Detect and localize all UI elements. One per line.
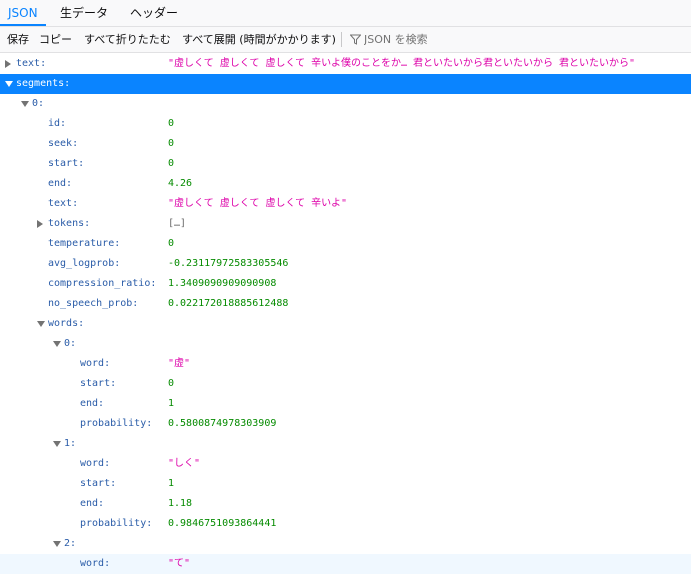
tab-headers[interactable]: ヘッダー bbox=[122, 0, 186, 26]
tree-row[interactable]: temperature: 0 bbox=[0, 234, 691, 254]
tree-value: 1 bbox=[168, 398, 175, 409]
expand-toggle-open-icon[interactable] bbox=[21, 101, 29, 107]
tree-value: "虚しくて 虚しくて 虚しくて 辛いよ僕のことをか… 君といたいから君といたいか… bbox=[168, 58, 636, 69]
tree-value: […] bbox=[168, 218, 187, 229]
tree-row[interactable]: compression_ratio: 1.3409090909090908 bbox=[0, 274, 691, 294]
tree-value: -0.23117972583305546 bbox=[168, 258, 289, 269]
tree-key: word: bbox=[80, 458, 111, 469]
expand-toggle-open-icon[interactable] bbox=[37, 321, 45, 327]
tree-key: text: bbox=[16, 58, 47, 69]
filter-json-input[interactable] bbox=[364, 30, 564, 48]
tree-row[interactable]: word: "虚" bbox=[0, 354, 691, 374]
tree-key: 0: bbox=[64, 338, 77, 349]
tree-row[interactable]: end: 4.26 bbox=[0, 174, 691, 194]
tree-row[interactable]: tokens: […] bbox=[0, 214, 691, 234]
expand-toggle-open-icon[interactable] bbox=[53, 441, 61, 447]
tree-value: "虚" bbox=[168, 358, 191, 369]
tree-value: "虚しくて 虚しくて 虚しくて 辛いよ" bbox=[168, 198, 348, 209]
collapse-all-button[interactable]: すべて折りたたむ bbox=[84, 27, 171, 52]
expand-toggle-open-icon[interactable] bbox=[5, 81, 13, 87]
tree-row[interactable]: word: "て" bbox=[0, 554, 691, 574]
tree-key: avg_logprob: bbox=[48, 258, 121, 269]
tree-key: 0: bbox=[32, 98, 45, 109]
tree-row[interactable]: probability: 0.5800874978303909 bbox=[0, 414, 691, 434]
tree-row[interactable]: probability: 0.9846751093864441 bbox=[0, 514, 691, 534]
tree-row[interactable]: words: bbox=[0, 314, 691, 334]
tree-row[interactable]: end: 1 bbox=[0, 394, 691, 414]
tree-row[interactable]: avg_logprob: -0.23117972583305546 bbox=[0, 254, 691, 274]
filter-icon bbox=[350, 34, 361, 45]
tree-value: 1.3409090909090908 bbox=[168, 278, 277, 289]
tree-key: 2: bbox=[64, 538, 77, 549]
tab-raw-data[interactable]: 生データ bbox=[52, 0, 116, 26]
expand-toggle-closed-icon[interactable] bbox=[5, 60, 11, 68]
tree-value: 0.9846751093864441 bbox=[168, 518, 277, 529]
tree-key: end: bbox=[80, 398, 105, 409]
save-button[interactable]: 保存 bbox=[7, 27, 29, 52]
toolbar-divider bbox=[341, 32, 342, 47]
tree-key: end: bbox=[48, 178, 73, 189]
tree-key: compression_ratio: bbox=[48, 278, 157, 289]
tree-key: word: bbox=[80, 358, 111, 369]
tree-row[interactable]: text: "虚しくて 虚しくて 虚しくて 辛いよ" bbox=[0, 194, 691, 214]
tree-key: text: bbox=[48, 198, 79, 209]
expand-toggle-closed-icon[interactable] bbox=[37, 220, 43, 228]
tree-key: temperature: bbox=[48, 238, 121, 249]
tree-value: 0 bbox=[168, 158, 175, 169]
tree-key: probability: bbox=[80, 418, 153, 429]
tree-value: "て" bbox=[168, 558, 191, 569]
tree-key: segments: bbox=[16, 78, 71, 89]
tree-row[interactable]: text: "虚しくて 虚しくて 虚しくて 辛いよ僕のことをか… 君といたいから君… bbox=[0, 54, 691, 74]
tree-row[interactable]: end: 1.18 bbox=[0, 494, 691, 514]
tree-key: start: bbox=[80, 478, 117, 489]
tree-value: 1 bbox=[168, 478, 175, 489]
tree-key: words: bbox=[48, 318, 85, 329]
tree-key: 1: bbox=[64, 438, 77, 449]
tree-value: 0 bbox=[168, 138, 175, 149]
tree-key: seek: bbox=[48, 138, 79, 149]
tree-row[interactable]: seek: 0 bbox=[0, 134, 691, 154]
tree-row[interactable]: start: 0 bbox=[0, 154, 691, 174]
tree-value: 4.26 bbox=[168, 178, 193, 189]
json-tree: text: "虚しくて 虚しくて 虚しくて 辛いよ僕のことをか… 君といたいから君… bbox=[0, 53, 691, 575]
tree-key: tokens: bbox=[48, 218, 91, 229]
tree-row[interactable]: word: "しく" bbox=[0, 454, 691, 474]
expand-toggle-open-icon[interactable] bbox=[53, 341, 61, 347]
copy-button[interactable]: コピー bbox=[39, 27, 72, 52]
tree-row[interactable]: 2: bbox=[0, 534, 691, 554]
tree-row[interactable]: 0: bbox=[0, 334, 691, 354]
tree-key: end: bbox=[80, 498, 105, 509]
tab-json[interactable]: JSON bbox=[0, 0, 46, 26]
tree-value: 0 bbox=[168, 238, 175, 249]
tree-key: start: bbox=[48, 158, 85, 169]
tree-value: "しく" bbox=[168, 458, 201, 469]
expand-all-button[interactable]: すべて展開 (時間がかかります) bbox=[182, 27, 336, 52]
tree-key: id: bbox=[48, 118, 67, 129]
tree-value: 0 bbox=[168, 118, 175, 129]
tree-row[interactable]: id: 0 bbox=[0, 114, 691, 134]
tree-row[interactable]: start: 1 bbox=[0, 474, 691, 494]
tree-row[interactable]: 1: bbox=[0, 434, 691, 454]
tree-value: 0.022172018885612488 bbox=[168, 298, 289, 309]
tab-bar: JSON 生データ ヘッダー bbox=[0, 0, 691, 27]
tree-row[interactable]: start: 0 bbox=[0, 374, 691, 394]
expand-toggle-open-icon[interactable] bbox=[53, 541, 61, 547]
tree-row[interactable]: segments: bbox=[0, 74, 691, 94]
tree-key: probability: bbox=[80, 518, 153, 529]
tree-key: no_speech_prob: bbox=[48, 298, 139, 309]
tree-value: 0 bbox=[168, 378, 175, 389]
tree-key: word: bbox=[80, 558, 111, 569]
tree-value: 1.18 bbox=[168, 498, 193, 509]
tree-key: start: bbox=[80, 378, 117, 389]
tree-row[interactable]: 0: bbox=[0, 94, 691, 114]
tree-row[interactable]: no_speech_prob: 0.022172018885612488 bbox=[0, 294, 691, 314]
tree-value: 0.5800874978303909 bbox=[168, 418, 277, 429]
toolbar: 保存 コピー すべて折りたたむ すべて展開 (時間がかかります) bbox=[0, 27, 691, 53]
